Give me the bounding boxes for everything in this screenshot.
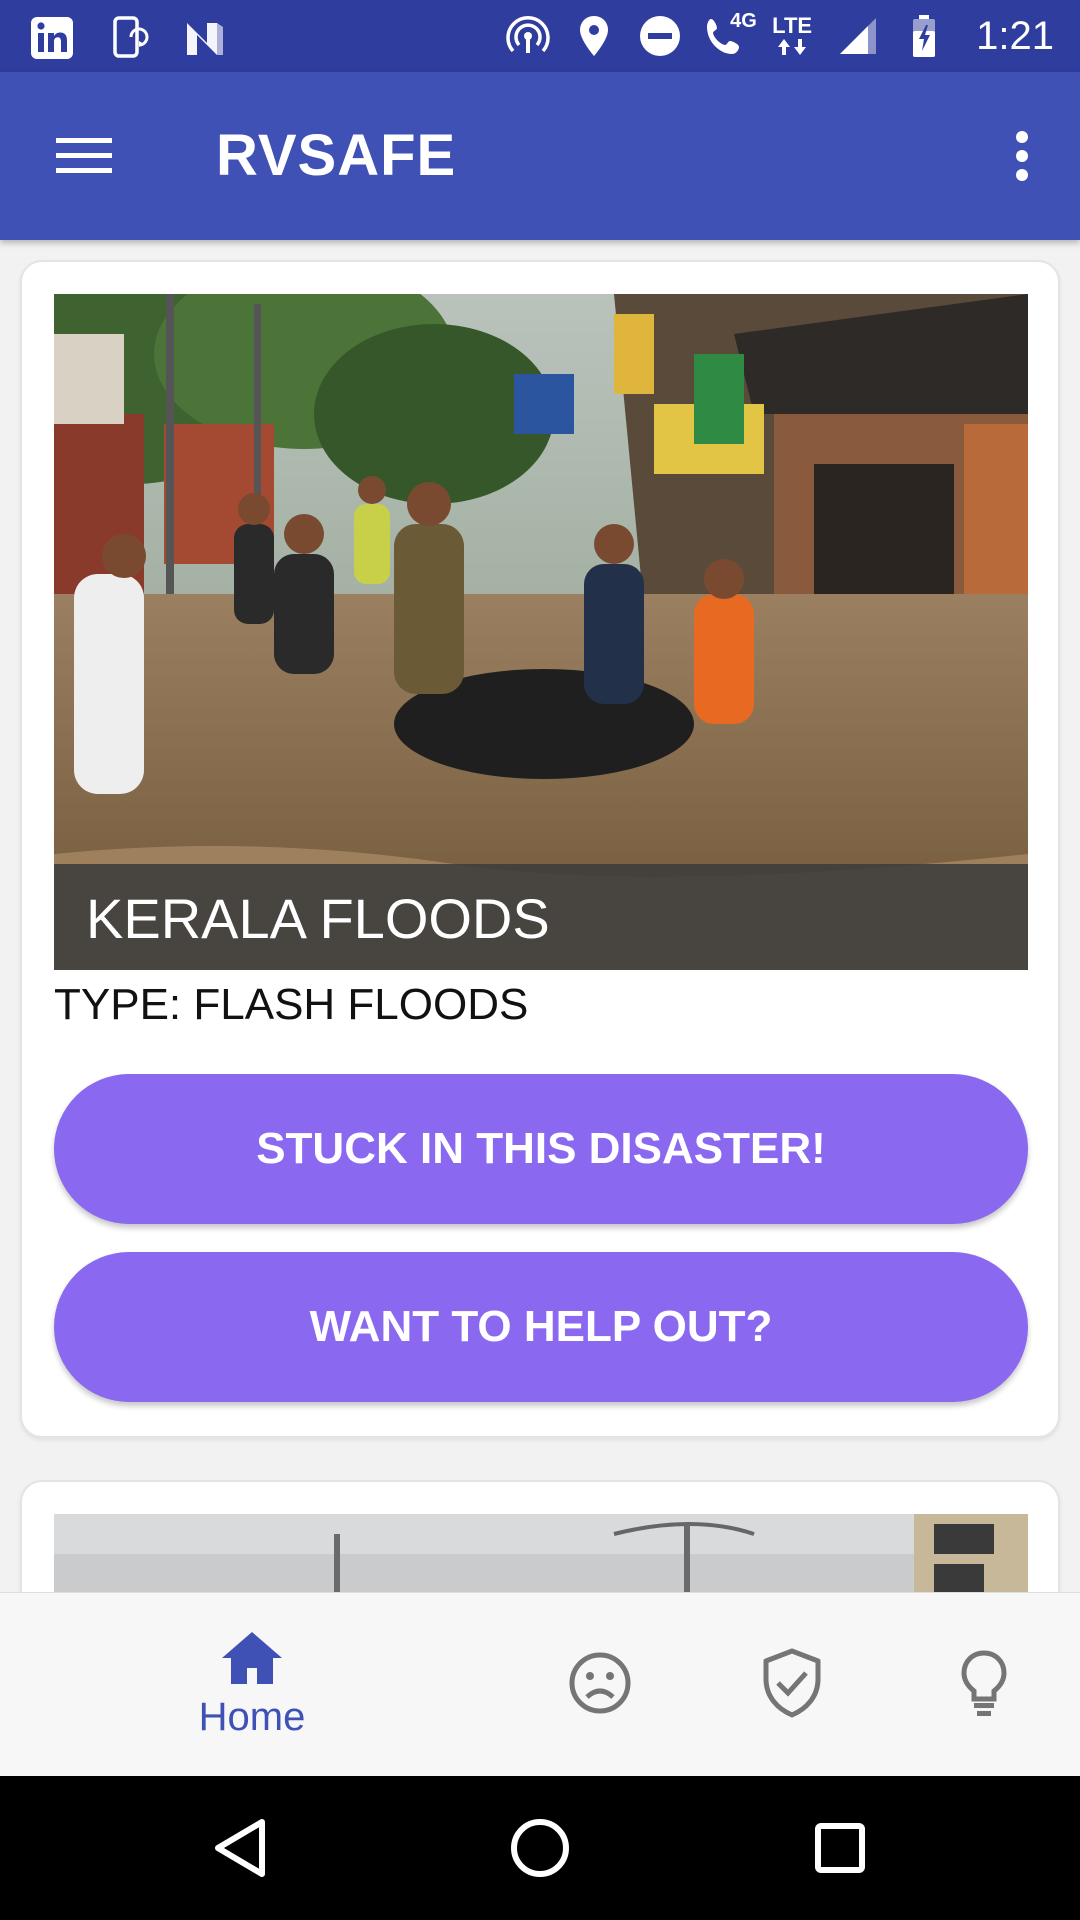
- disaster-type: TYPE: FLASH FLOODS: [54, 980, 529, 1029]
- disaster-card: KERALA FLOODS TYPE: FLASH FLOODS STUCK I…: [20, 260, 1060, 1438]
- photo-caption-bar: KERALA FLOODS: [54, 864, 1028, 970]
- n-app-icon: [180, 14, 228, 62]
- disaster-photo: KERALA FLOODS: [54, 294, 1028, 970]
- battery-charging-icon: [900, 12, 948, 60]
- more-vert-icon[interactable]: [986, 120, 1058, 192]
- location-icon: [570, 12, 618, 60]
- recents-icon[interactable]: [790, 1798, 890, 1898]
- nav-affected[interactable]: [540, 1593, 660, 1777]
- disaster-card: [20, 1480, 1060, 1592]
- bottom-navigation: Home: [0, 1592, 1080, 1776]
- disaster-photo: [54, 1514, 1028, 1592]
- status-bar-notifications: [28, 14, 228, 62]
- hamburger-menu-icon[interactable]: [40, 116, 128, 196]
- status-bar: 4G LTE 1:21: [0, 0, 1080, 72]
- signal-icon: [834, 12, 882, 60]
- back-icon[interactable]: [190, 1798, 290, 1898]
- system-navigation-bar: [0, 1776, 1080, 1920]
- status-bar-system: 4G LTE 1:21: [504, 10, 1054, 62]
- do-not-disturb-icon: [636, 12, 684, 60]
- nav-home[interactable]: Home: [170, 1593, 334, 1777]
- network-type-label: LTE: [772, 13, 813, 38]
- lightbulb-icon: [959, 1649, 1009, 1722]
- nav-tips[interactable]: [924, 1593, 1044, 1777]
- phone-sync-icon: [104, 14, 152, 62]
- home-icon: [220, 1630, 284, 1691]
- linkedin-icon: [28, 14, 76, 62]
- app-bar: RVSAFE: [0, 72, 1080, 240]
- disaster-title: KERALA FLOODS: [86, 887, 550, 950]
- lte-data-icon: LTE: [768, 12, 816, 60]
- hotspot-icon: [504, 12, 552, 60]
- disaster-list[interactable]: KERALA FLOODS TYPE: FLASH FLOODS STUCK I…: [0, 240, 1080, 1592]
- clock: 1:21: [976, 13, 1054, 58]
- nav-home-label: Home: [198, 1695, 306, 1739]
- want-to-help-button[interactable]: WANT TO HELP OUT?: [54, 1252, 1028, 1402]
- stuck-in-disaster-button[interactable]: STUCK IN THIS DISASTER!: [54, 1074, 1028, 1224]
- shield-check-icon: [760, 1647, 824, 1724]
- nav-safe[interactable]: [732, 1593, 852, 1777]
- app-title: RVSAFE: [216, 123, 457, 188]
- call-type-label: 4G: [730, 10, 757, 32]
- sad-face-icon: [568, 1651, 632, 1720]
- wifi-call-icon: 4G: [702, 10, 757, 60]
- home-circle-icon[interactable]: [490, 1798, 590, 1898]
